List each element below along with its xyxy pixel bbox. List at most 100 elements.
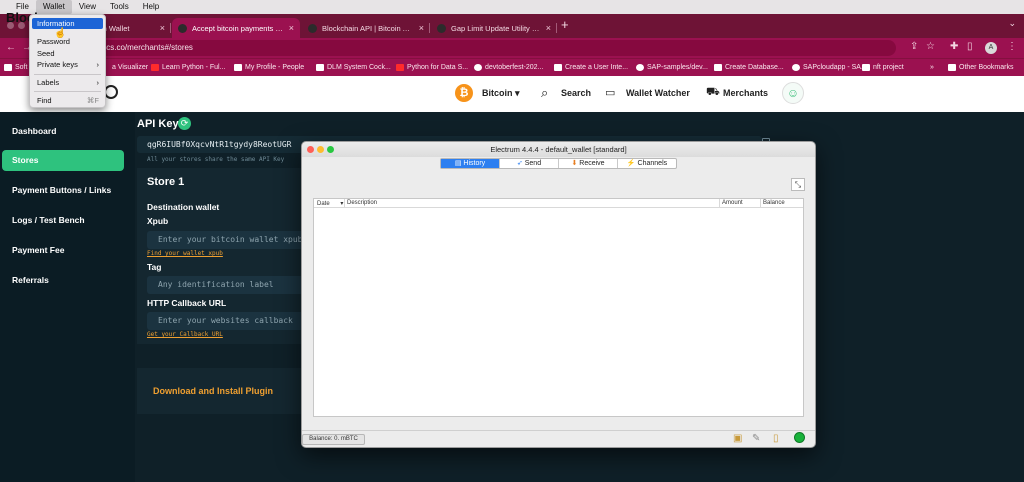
minimize-icon[interactable] [317,146,324,153]
tab-receive[interactable]: ⬇ Receive [559,159,618,168]
submenu-arrow-icon: › [96,60,100,69]
menu-help[interactable]: Help [136,0,166,14]
bookmark-item[interactable]: SAPcloudapp - SA... [792,64,867,71]
browser-tab-accept-bitcoin[interactable]: Accept bitcoin payments - Block × [172,18,300,38]
electrum-title: Electrum 4.4.4 - default_wallet [standar… [302,142,815,157]
menu-item-private-keys[interactable]: Private keys › [32,59,103,70]
shortcut-label: ⌘F [86,96,99,105]
search-icon[interactable]: ⌕ [541,85,548,101]
column-separator [719,199,720,208]
bookmark-item[interactable]: My Profile - People [234,64,304,71]
tab-search-chevron-icon[interactable]: ⌄ [1008,18,1016,29]
tab-close-icon[interactable]: × [289,23,294,33]
network-status-icon[interactable] [794,432,805,443]
share-icon[interactable]: ⇪ [910,41,918,52]
back-arrow-icon[interactable]: ← [6,42,16,53]
bookmark-label: Soft [15,64,28,71]
tab-close-icon[interactable]: × [546,23,551,33]
menu-item-labels[interactable]: Labels › [32,77,103,88]
close-icon[interactable] [307,146,314,153]
bookmark-label: Python for Data S... [407,64,469,71]
bookmark-item[interactable]: Soft [4,64,27,71]
bookmark-item[interactable]: Learn Python - Ful... [151,64,225,71]
menu-view[interactable]: View [72,0,103,14]
browser-tab-gap-limit[interactable]: Gap Limit Update Utility - Block × [431,18,557,38]
status-bar: Balance: 0. mBTC ▣ ✎ ▯ [302,430,815,448]
bitcoin-icon: ₿ [455,84,473,102]
menu-item-information[interactable]: Information [32,18,103,29]
get-callback-link[interactable]: Get your Callback URL [147,331,223,338]
tab-history[interactable]: ▤ History [441,159,500,168]
url-input[interactable]: nics.co/merchants#/stores [96,40,896,56]
tab-title: Accept bitcoin payments - Block [192,23,285,33]
refresh-icon[interactable]: ⟳ [178,117,191,130]
xpub-input[interactable]: Enter your bitcoin wallet xpub [147,231,307,249]
sidebar-item-payment-fee[interactable]: Payment Fee [12,245,64,255]
side-panel-icon[interactable]: ▯ [967,41,973,52]
tab-title: in Wallet [101,23,130,33]
bookmark-item[interactable]: SAP-samples/dev... [636,64,708,71]
sidebar-item-dashboard[interactable]: Dashboard [12,126,56,136]
bookmark-item[interactable]: Create Database... [714,64,784,71]
bookmark-item[interactable]: a Visualizer [112,64,148,71]
browser-tab-wallet[interactable]: in Wallet × [95,18,171,38]
bookmark-item[interactable]: nft project [862,64,904,71]
history-table[interactable]: Date ▾ Description Amount Balance [313,198,804,417]
bookmark-item[interactable]: Create a User Inte... [554,64,628,71]
browser-tab-blockchain-api[interactable]: Blockchain API | Bitcoin API - B × [302,18,430,38]
column-description[interactable]: Description [347,200,377,206]
sort-arrow-icon: ▾ [340,201,344,207]
tag-input[interactable]: Any identification label [147,276,307,294]
nav-search[interactable]: Search [561,88,591,98]
mouse-pointer-icon: ☝ [54,28,67,39]
column-date[interactable]: Date ▾ [317,200,343,207]
user-avatar-icon[interactable]: ☺ [782,82,804,104]
bookmark-star-icon[interactable]: ☆ [926,41,935,52]
bookmarks-bar: Soft a Visualizer Learn Python - Ful... … [0,58,1024,76]
sidebar-item-stores[interactable]: Stores [2,150,124,171]
extensions-icon[interactable]: ✚ [950,41,958,52]
coin-selector[interactable]: Bitcoin ▾ [482,88,520,99]
bookmark-item[interactable]: DLM System Cock... [316,64,391,71]
menu-item-seed[interactable]: Seed [32,48,103,59]
menu-separator [34,74,101,75]
github-icon [636,64,644,71]
new-tab-button[interactable]: + [561,18,569,31]
bookmarks-overflow-button[interactable]: » [930,64,934,71]
bookmark-item[interactable]: Python for Data S... [396,64,468,71]
sidebar-item-referrals[interactable]: Referrals [12,275,49,285]
column-balance[interactable]: Balance [763,200,785,206]
receive-icon: ⬇ [571,160,578,167]
tab-send[interactable]: ➶ Send [500,159,559,168]
sidebar-item-logs[interactable]: Logs / Test Bench [12,215,85,225]
callback-url-input[interactable]: Enter your websites callback [147,312,307,330]
column-amount[interactable]: Amount [722,200,743,206]
profile-avatar[interactable]: A [985,42,997,54]
tab-close-icon[interactable]: × [160,23,165,33]
bookmark-label: SAPcloudapp - SA... [803,64,867,71]
nav-merchants[interactable]: Merchants [723,88,768,98]
tab-label: Channels [637,160,668,167]
bookmark-item[interactable]: devtoberfest-202... [474,64,543,71]
seed-icon[interactable]: ▯ [773,434,779,444]
download-plugin-link[interactable]: Download and Install Plugin [153,386,273,396]
store-title: Store 1 [147,176,185,188]
more-menu-icon[interactable]: ⋮ [1007,41,1017,52]
other-bookmarks[interactable]: Other Bookmarks [948,64,1013,71]
lock-icon[interactable]: ▣ [733,434,742,444]
menu-tools[interactable]: Tools [103,0,136,14]
zoom-icon[interactable] [327,146,334,153]
tab-channels[interactable]: ⚡ Channels [618,159,676,168]
find-xpub-link[interactable]: Find your wallet xpub [147,250,223,257]
tools-icon[interactable]: ⤡ [791,178,805,191]
sidebar-item-payment-buttons[interactable]: Payment Buttons / Links [12,185,111,195]
nav-wallet-watcher[interactable]: Wallet Watcher [626,88,690,98]
tab-close-icon[interactable]: × [419,23,424,33]
bookmark-icon [792,64,800,71]
menu-item-password[interactable]: Password [32,36,103,47]
menu-separator [34,91,101,92]
menu-item-find[interactable]: Find ⌘F [32,95,103,106]
preferences-icon[interactable]: ✎ [752,434,760,444]
bookmark-label: nft project [873,64,904,71]
tab-title: Gap Limit Update Utility - Block [451,23,542,33]
